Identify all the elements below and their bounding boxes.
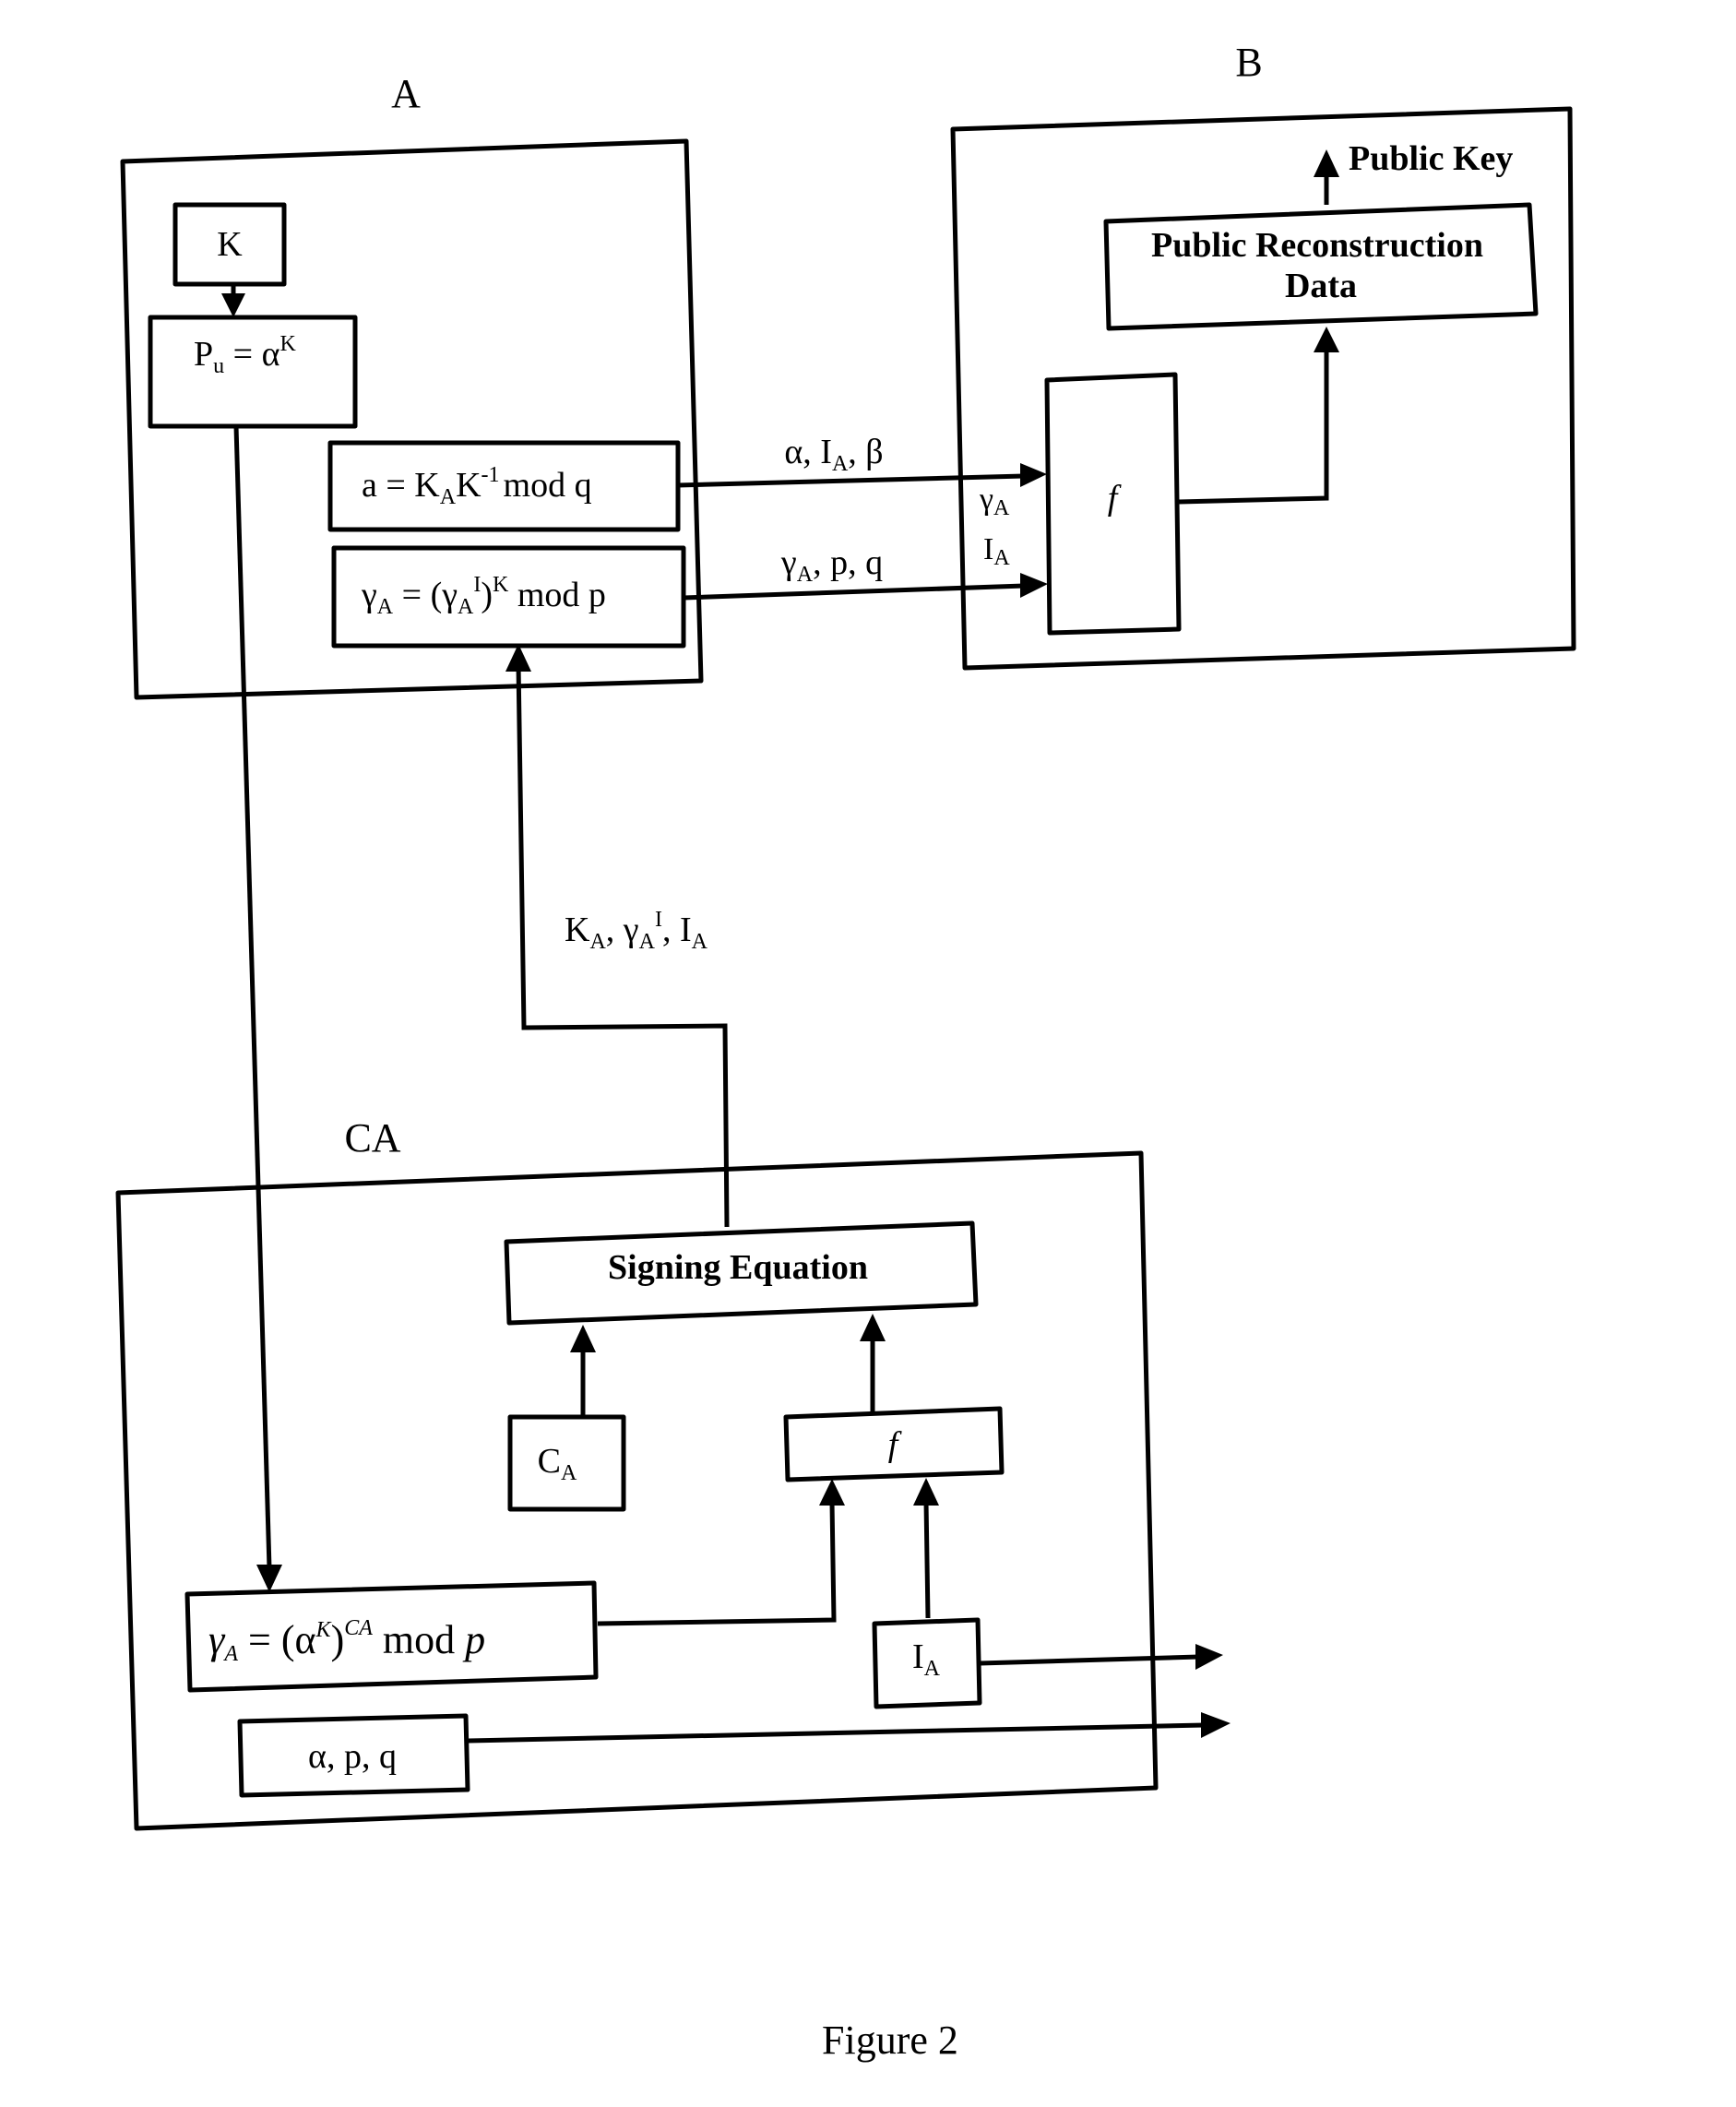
arrow-down-icon (221, 293, 245, 317)
arrow-up-icon (570, 1325, 596, 1352)
pu-exp: K (279, 332, 296, 356)
public-reconstruction-data-box: Public Reconstruction Data (1103, 202, 1539, 331)
gamma-inner-exp: I (473, 573, 481, 597)
ca-f-box: f (783, 1406, 1005, 1482)
arrow-bottom-b: , p, q (813, 543, 883, 582)
a-mid: K (456, 466, 482, 505)
arrow-top-sub: A (832, 452, 849, 476)
a-equation-box: a = KAK-1 mod q (327, 440, 681, 532)
signing-equation-text: Signing Equation (608, 1248, 868, 1287)
ca-to-a-k: K (565, 911, 590, 949)
pu-box: Pu = αK (148, 315, 358, 429)
b-in2-sub: A (993, 546, 1010, 570)
ca-gamma-lhs: γ (208, 1617, 226, 1662)
ca-gamma-exp2: CA (344, 1616, 373, 1640)
entity-ca-label: CA (344, 1115, 400, 1161)
arrow-up-icon (913, 1478, 939, 1506)
params-text: α, p, q (308, 1737, 397, 1776)
gamma-a-box: γA = (γAI)K mod p (331, 545, 686, 649)
signing-equation-box: Signing Equation (504, 1220, 979, 1326)
arrow-bottom-sub: A (797, 563, 814, 587)
entity-a-label: A (391, 71, 421, 116)
ca-gamma-equation-box: γA = (αK)CA mod p (184, 1580, 599, 1693)
figure-caption: Figure 2 (822, 2018, 958, 2063)
prd-line2: Data (1285, 267, 1357, 305)
ca-gamma-rest: mod (373, 1617, 465, 1662)
figure-diagram: A K Pu = αK a = KAK-1 mod q γA = (γAI)K m… (115, 40, 1576, 2063)
gamma-rest: mod p (508, 576, 606, 614)
a-rest: mod q (504, 466, 592, 505)
arrow-right-icon (1201, 1712, 1231, 1738)
arrow-up-icon (860, 1314, 886, 1341)
arrow-bottom-label: γA, p, q (780, 543, 883, 587)
ca-gamma-eq: = (α (238, 1617, 316, 1662)
pu-base: P (194, 335, 213, 374)
k-box: K (172, 202, 287, 287)
arrow-a-to-b-bottom-line (683, 583, 1025, 601)
ca-cert-base: C (538, 1442, 561, 1481)
b-f-box: f (1044, 372, 1182, 636)
arrow-right-icon (1020, 573, 1048, 598)
params-output-line (467, 1722, 1206, 1744)
gamma-lhs-sub: A (377, 595, 394, 619)
b-in1-sub: A (993, 496, 1010, 520)
params-box: α, p, q (237, 1713, 470, 1798)
ia-output-line (979, 1654, 1200, 1666)
arrow-up-icon (1314, 327, 1339, 352)
ia-base: I (912, 1637, 924, 1676)
pu-sub: u (213, 354, 224, 378)
ca-cert-box: CA (507, 1414, 626, 1512)
a-exp: -1 (482, 463, 500, 487)
ca-gamma-lhs-sub: A (222, 1642, 238, 1666)
pu-eq: = α (224, 335, 279, 374)
ca-to-a-k-sub: A (589, 930, 606, 954)
arrow-up-icon (1314, 149, 1339, 177)
f-to-prd-line (1178, 347, 1329, 505)
b-input-label-gamma: γA (979, 482, 1010, 520)
gamma-exp: K (493, 573, 509, 597)
ca-gamma-close: ) (331, 1617, 345, 1662)
prd-line1: Public Reconstruction (1151, 226, 1483, 265)
ia-box: IA (872, 1617, 982, 1709)
ca-to-a-label: KA, γAI, IA (565, 908, 708, 954)
entity-b-label: B (1235, 40, 1262, 85)
arrow-up-icon (819, 1479, 845, 1506)
b-in1-base: γ (979, 482, 993, 517)
gamma-lhs: γ (361, 576, 377, 614)
arrow-top-label: α, IA, β (784, 433, 883, 476)
gamma-inner-sub: A (458, 595, 474, 619)
ca-to-a-end: , I (662, 911, 692, 949)
arrow-top-b: , β (848, 433, 883, 471)
k-box-text: K (217, 225, 243, 264)
gamma-a-text: γA = (γAI)K mod p (361, 573, 606, 619)
ca-to-a-g-exp: I (655, 908, 662, 932)
gamma-close: ) (481, 576, 493, 614)
gamma-eq: = (γ (393, 576, 458, 614)
ca-to-a-mid: , γ (606, 911, 639, 949)
pu-to-ca-line (233, 425, 272, 1569)
arrow-right-icon (1020, 463, 1047, 487)
a-sub: A (440, 485, 457, 509)
b-input-label-ia: IA (983, 532, 1010, 570)
arrow-top-a: α, I (784, 433, 832, 471)
a-equation-text: a = KAK-1 mod q (362, 463, 592, 509)
arrow-down-icon (256, 1565, 282, 1592)
ca-to-a-i-sub: A (692, 930, 708, 954)
arrow-right-icon (1195, 1644, 1223, 1670)
ia-sub: A (924, 1657, 941, 1681)
ia-to-f-line (923, 1501, 931, 1619)
gamma-to-f-line (597, 1501, 837, 1626)
a-lhs: a = K (362, 466, 440, 505)
b-in2-base: I (983, 532, 993, 566)
arrow-a-to-b-top-line (677, 473, 1025, 488)
ca-to-a-g-sub: A (639, 930, 656, 954)
ca-gamma-p: p (462, 1617, 485, 1662)
arrow-bottom-a: γ (780, 543, 797, 582)
public-key-label: Public Key (1349, 139, 1513, 178)
ca-cert-sub: A (561, 1461, 577, 1485)
